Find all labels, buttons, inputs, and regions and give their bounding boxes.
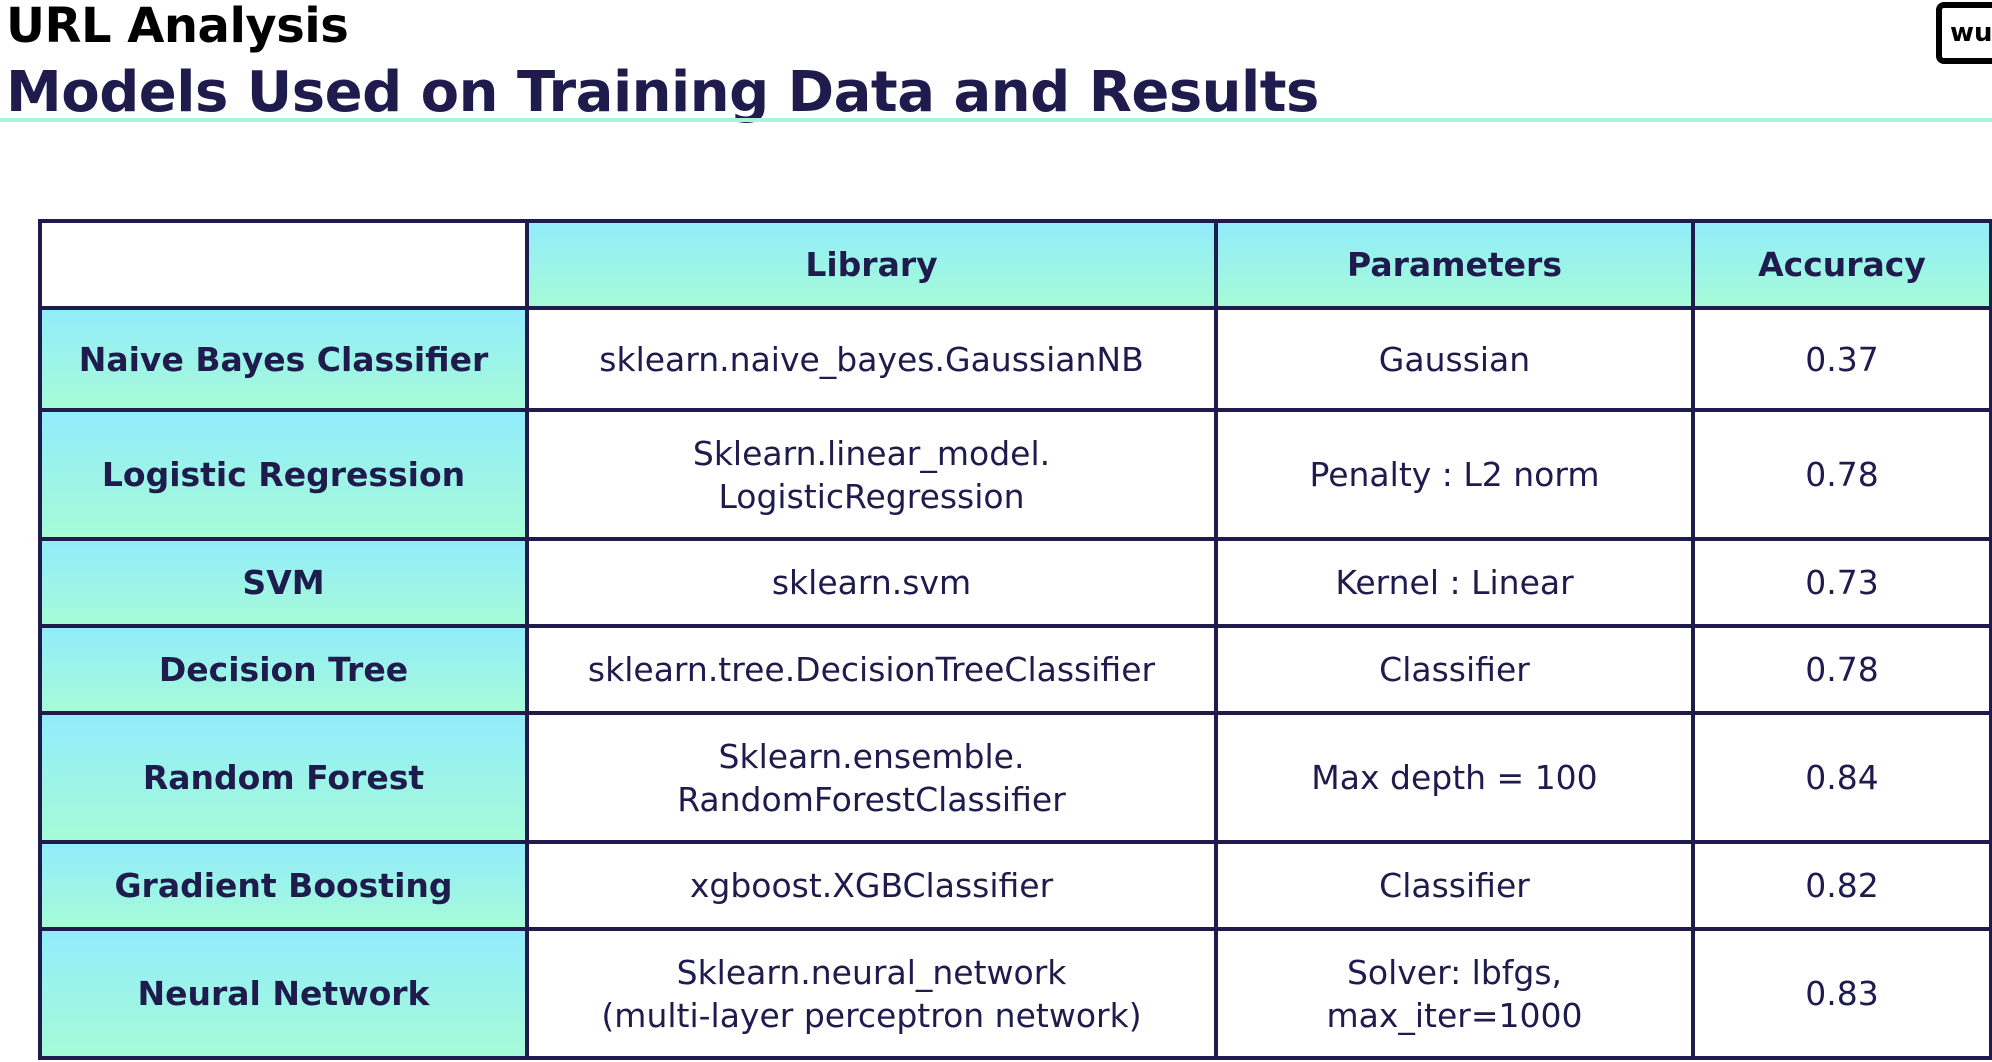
page-title: URL Analysis	[6, 0, 349, 54]
table-row: SVM sklearn.svm Kernel : Linear 0.73	[38, 537, 1992, 628]
column-header-parameters: Parameters	[1214, 219, 1695, 310]
accuracy-cell: 0.78	[1691, 624, 1992, 715]
library-cell: Sklearn.neural_network (multi-layer perc…	[525, 927, 1218, 1060]
accuracy-cell: 0.73	[1691, 537, 1992, 628]
row-header-model: Neural Network	[38, 927, 529, 1060]
column-header-model	[38, 219, 529, 310]
model-results-table: Library Parameters Accuracy Naive Bayes …	[38, 219, 1992, 1060]
library-cell: Sklearn.ensemble. RandomForestClassifier	[525, 711, 1218, 844]
row-header-model: Gradient Boosting	[38, 840, 529, 931]
row-header-model: Naive Bayes Classifier	[38, 306, 529, 412]
parameters-cell: Penalty : L2 norm	[1214, 408, 1695, 541]
parameters-cell: Classifier	[1214, 624, 1695, 715]
title-underline	[0, 118, 1992, 122]
table-row: Gradient Boosting xgboost.XGBClassifier …	[38, 840, 1992, 931]
row-header-model: SVM	[38, 537, 529, 628]
brand-logo: wu	[1936, 2, 1992, 64]
accuracy-cell: 0.37	[1691, 306, 1992, 412]
column-header-library: Library	[525, 219, 1218, 310]
accuracy-cell: 0.84	[1691, 711, 1992, 844]
accuracy-cell: 0.83	[1691, 927, 1992, 1060]
library-cell: sklearn.svm	[525, 537, 1218, 628]
table-row: Random Forest Sklearn.ensemble. RandomFo…	[38, 711, 1992, 844]
parameters-cell: Classifier	[1214, 840, 1695, 931]
row-header-model: Random Forest	[38, 711, 529, 844]
table-row: Decision Tree sklearn.tree.DecisionTreeC…	[38, 624, 1992, 715]
parameters-cell: Solver: lbfgs, max_iter=1000	[1214, 927, 1695, 1060]
table-row: Neural Network Sklearn.neural_network (m…	[38, 927, 1992, 1060]
row-header-model: Logistic Regression	[38, 408, 529, 541]
parameters-cell: Kernel : Linear	[1214, 537, 1695, 628]
accuracy-cell: 0.82	[1691, 840, 1992, 931]
row-header-model: Decision Tree	[38, 624, 529, 715]
library-cell: xgboost.XGBClassifier	[525, 840, 1218, 931]
column-header-accuracy: Accuracy	[1691, 219, 1992, 310]
parameters-cell: Gaussian	[1214, 306, 1695, 412]
library-cell: Sklearn.linear_model. LogisticRegression	[525, 408, 1218, 541]
table-row: Logistic Regression Sklearn.linear_model…	[38, 408, 1992, 541]
parameters-cell: Max depth = 100	[1214, 711, 1695, 844]
library-cell: sklearn.naive_bayes.GaussianNB	[525, 306, 1218, 412]
library-cell: sklearn.tree.DecisionTreeClassifier	[525, 624, 1218, 715]
table-row: Naive Bayes Classifier sklearn.naive_bay…	[38, 306, 1992, 412]
accuracy-cell: 0.78	[1691, 408, 1992, 541]
table-header-row: Library Parameters Accuracy	[38, 219, 1992, 310]
